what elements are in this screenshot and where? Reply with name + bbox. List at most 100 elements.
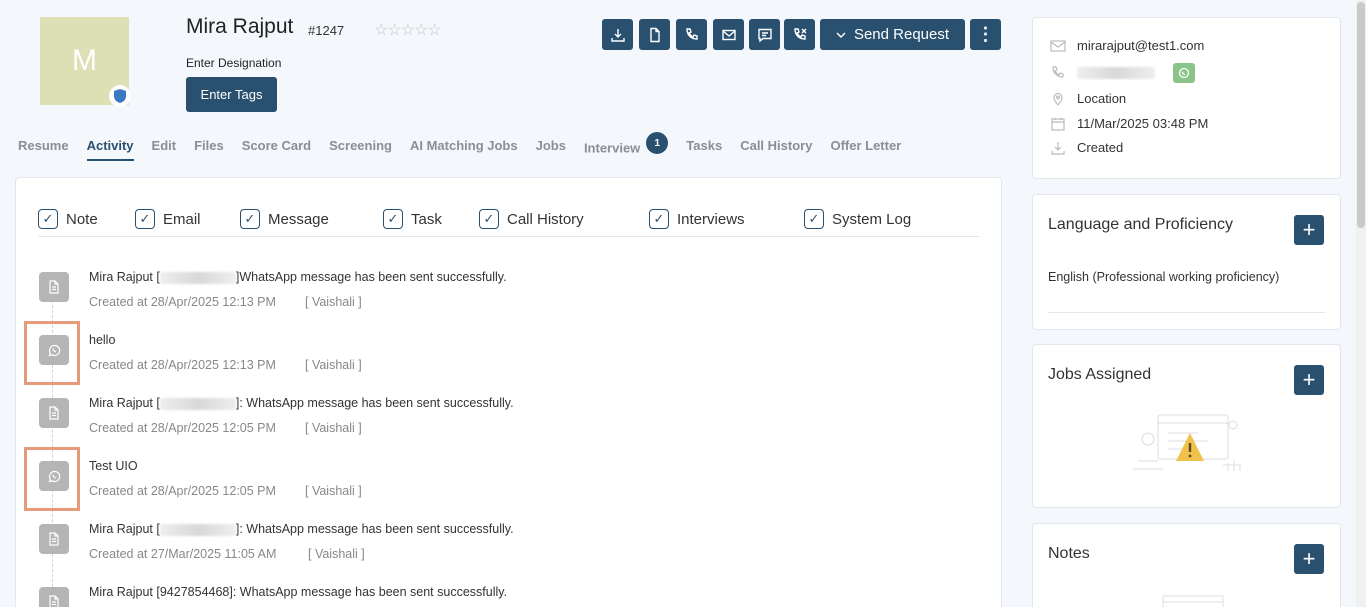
enter-tags-button[interactable]: Enter Tags bbox=[186, 77, 277, 112]
highlight-box bbox=[24, 321, 80, 385]
tab-tasks[interactable]: Tasks bbox=[686, 134, 722, 161]
filter-label: Interviews bbox=[677, 210, 745, 228]
notes-card: Notes + bbox=[1032, 523, 1341, 607]
contact-email[interactable]: mirarajput@test1.com bbox=[1077, 38, 1204, 53]
activity-text-prefix: Mira Rajput [ bbox=[89, 522, 160, 536]
filter-task[interactable]: ✓ Task bbox=[383, 209, 442, 229]
tab-ai-matching-jobs[interactable]: AI Matching Jobs bbox=[410, 134, 518, 161]
checkbox-checked-icon[interactable]: ✓ bbox=[135, 209, 155, 229]
filter-label: System Log bbox=[832, 210, 912, 228]
checkbox-checked-icon[interactable]: ✓ bbox=[804, 209, 824, 229]
filter-email[interactable]: ✓ Email bbox=[135, 209, 201, 229]
note-activity-icon bbox=[39, 587, 69, 607]
filter-call-history[interactable]: ✓ Call History bbox=[479, 209, 584, 229]
activity-timestamp: Created at 27/Mar/2025 11:05 AM bbox=[89, 547, 277, 561]
language-title: Language and Proficiency bbox=[1048, 216, 1234, 233]
document-icon bbox=[49, 532, 59, 546]
tab-label: Edit bbox=[151, 138, 177, 153]
add-job-button[interactable]: + bbox=[1294, 365, 1324, 395]
send-request-button[interactable]: Send Request bbox=[820, 19, 965, 50]
activity-text: Mira Rajput [9427854468]: WhatsApp messa… bbox=[89, 585, 508, 599]
checkbox-checked-icon[interactable]: ✓ bbox=[479, 209, 499, 229]
note-activity-icon bbox=[39, 398, 69, 428]
message-button[interactable] bbox=[749, 19, 780, 50]
tab-label: Offer Letter bbox=[830, 138, 902, 153]
activity-filters: ✓ Note ✓ Email ✓ Message ✓ Task ✓ Call History ✓ In… bbox=[38, 209, 979, 237]
tab-activity[interactable]: Activity bbox=[86, 134, 134, 161]
tab-label: Score Card bbox=[241, 138, 312, 153]
tab-label: AI Matching Jobs bbox=[409, 138, 518, 153]
note-activity-icon bbox=[39, 524, 69, 554]
add-language-button[interactable]: + bbox=[1294, 215, 1324, 245]
phone-icon bbox=[685, 27, 698, 40]
document-icon bbox=[49, 280, 59, 294]
checkbox-checked-icon[interactable]: ✓ bbox=[38, 209, 58, 229]
language-card: Language and Proficiency + English (Prof… bbox=[1032, 194, 1341, 330]
checkbox-checked-icon[interactable]: ✓ bbox=[240, 209, 260, 229]
filter-interviews[interactable]: ✓ Interviews bbox=[649, 209, 745, 229]
candidate-name: Mira Rajput bbox=[186, 15, 294, 38]
activity-author: [ Vaishali ] bbox=[305, 421, 362, 435]
activity-text-suffix: ]: WhatsApp message has been sent succes… bbox=[235, 522, 514, 536]
notes-title: Notes bbox=[1048, 545, 1090, 562]
redacted-phone bbox=[159, 523, 236, 536]
tab-call-history[interactable]: Call History bbox=[740, 134, 812, 161]
designation-field[interactable]: Enter Designation bbox=[186, 56, 281, 70]
redacted-phone bbox=[159, 397, 236, 410]
email-button[interactable] bbox=[713, 19, 744, 50]
redacted-phone bbox=[159, 271, 236, 284]
call-button[interactable] bbox=[676, 19, 707, 50]
jobs-assigned-title: Jobs Assigned bbox=[1048, 366, 1152, 383]
activity-timestamp: Created at 28/Apr/2025 12:05 PM bbox=[89, 421, 276, 435]
tab-interview[interactable]: Interview 1 bbox=[584, 132, 669, 161]
whatsapp-button[interactable] bbox=[1173, 63, 1195, 83]
activity-timestamp: Created at 28/Apr/2025 12:13 PM bbox=[89, 358, 276, 372]
checkbox-checked-icon[interactable]: ✓ bbox=[383, 209, 403, 229]
activity-text: Mira Rajput [ ]: WhatsApp message has bee… bbox=[89, 522, 514, 536]
language-value: English (Professional working proficienc… bbox=[1048, 270, 1280, 284]
document-icon bbox=[49, 595, 59, 607]
document-icon bbox=[649, 27, 660, 42]
filter-note[interactable]: ✓ Note bbox=[38, 209, 98, 229]
activity-text-prefix: Mira Rajput [ bbox=[89, 396, 160, 410]
tab-edit[interactable]: Edit bbox=[152, 134, 177, 161]
chevron-down-icon bbox=[836, 32, 846, 38]
calendar-icon bbox=[1051, 117, 1065, 131]
filter-label: Task bbox=[411, 210, 442, 228]
tab-resume[interactable]: Resume bbox=[18, 134, 69, 161]
more-options-button[interactable]: ⋮ bbox=[970, 19, 1001, 50]
tab-score-card[interactable]: Score Card bbox=[242, 134, 311, 161]
chat-icon bbox=[757, 28, 772, 42]
filter-label: Email bbox=[163, 210, 201, 228]
add-note-button[interactable]: + bbox=[1294, 544, 1324, 574]
tab-count-badge: 1 bbox=[646, 132, 669, 154]
document-icon bbox=[49, 406, 59, 420]
call-log-button[interactable] bbox=[784, 19, 815, 50]
highlight-box bbox=[24, 447, 80, 511]
filter-message[interactable]: ✓ Message bbox=[240, 209, 329, 229]
checkbox-checked-icon[interactable]: ✓ bbox=[649, 209, 669, 229]
activity-panel bbox=[15, 177, 1002, 607]
mail-icon bbox=[1050, 39, 1066, 52]
empty-state-illustration bbox=[1133, 414, 1241, 471]
download-button[interactable] bbox=[602, 19, 633, 50]
tab-screening[interactable]: Screening bbox=[329, 134, 392, 161]
tab-label: Tasks bbox=[686, 138, 723, 153]
activity-text: Mira Rajput [ ]WhatsApp message has been … bbox=[89, 270, 507, 284]
tab-offer-letter[interactable]: Offer Letter bbox=[830, 134, 901, 161]
tab-label: Call History bbox=[740, 138, 813, 153]
divider bbox=[1048, 312, 1325, 313]
rating-stars[interactable]: ☆☆☆☆☆ bbox=[374, 20, 442, 40]
filter-label: Call History bbox=[507, 210, 584, 228]
call-log-icon bbox=[793, 27, 806, 40]
tab-files[interactable]: Files bbox=[194, 134, 224, 161]
location-pin-icon bbox=[1053, 92, 1063, 106]
filter-system-log[interactable]: ✓ System Log bbox=[804, 209, 911, 229]
activity-text-prefix: Mira Rajput [ bbox=[89, 270, 160, 284]
contact-source: Created bbox=[1077, 140, 1124, 155]
activity-text: Test UIO bbox=[89, 459, 138, 473]
document-button[interactable] bbox=[639, 19, 670, 50]
page-scrollbar-thumb[interactable] bbox=[1357, 2, 1365, 228]
tab-jobs[interactable]: Jobs bbox=[536, 134, 566, 161]
activity-text-suffix: ]WhatsApp message has been sent successf… bbox=[235, 270, 507, 284]
